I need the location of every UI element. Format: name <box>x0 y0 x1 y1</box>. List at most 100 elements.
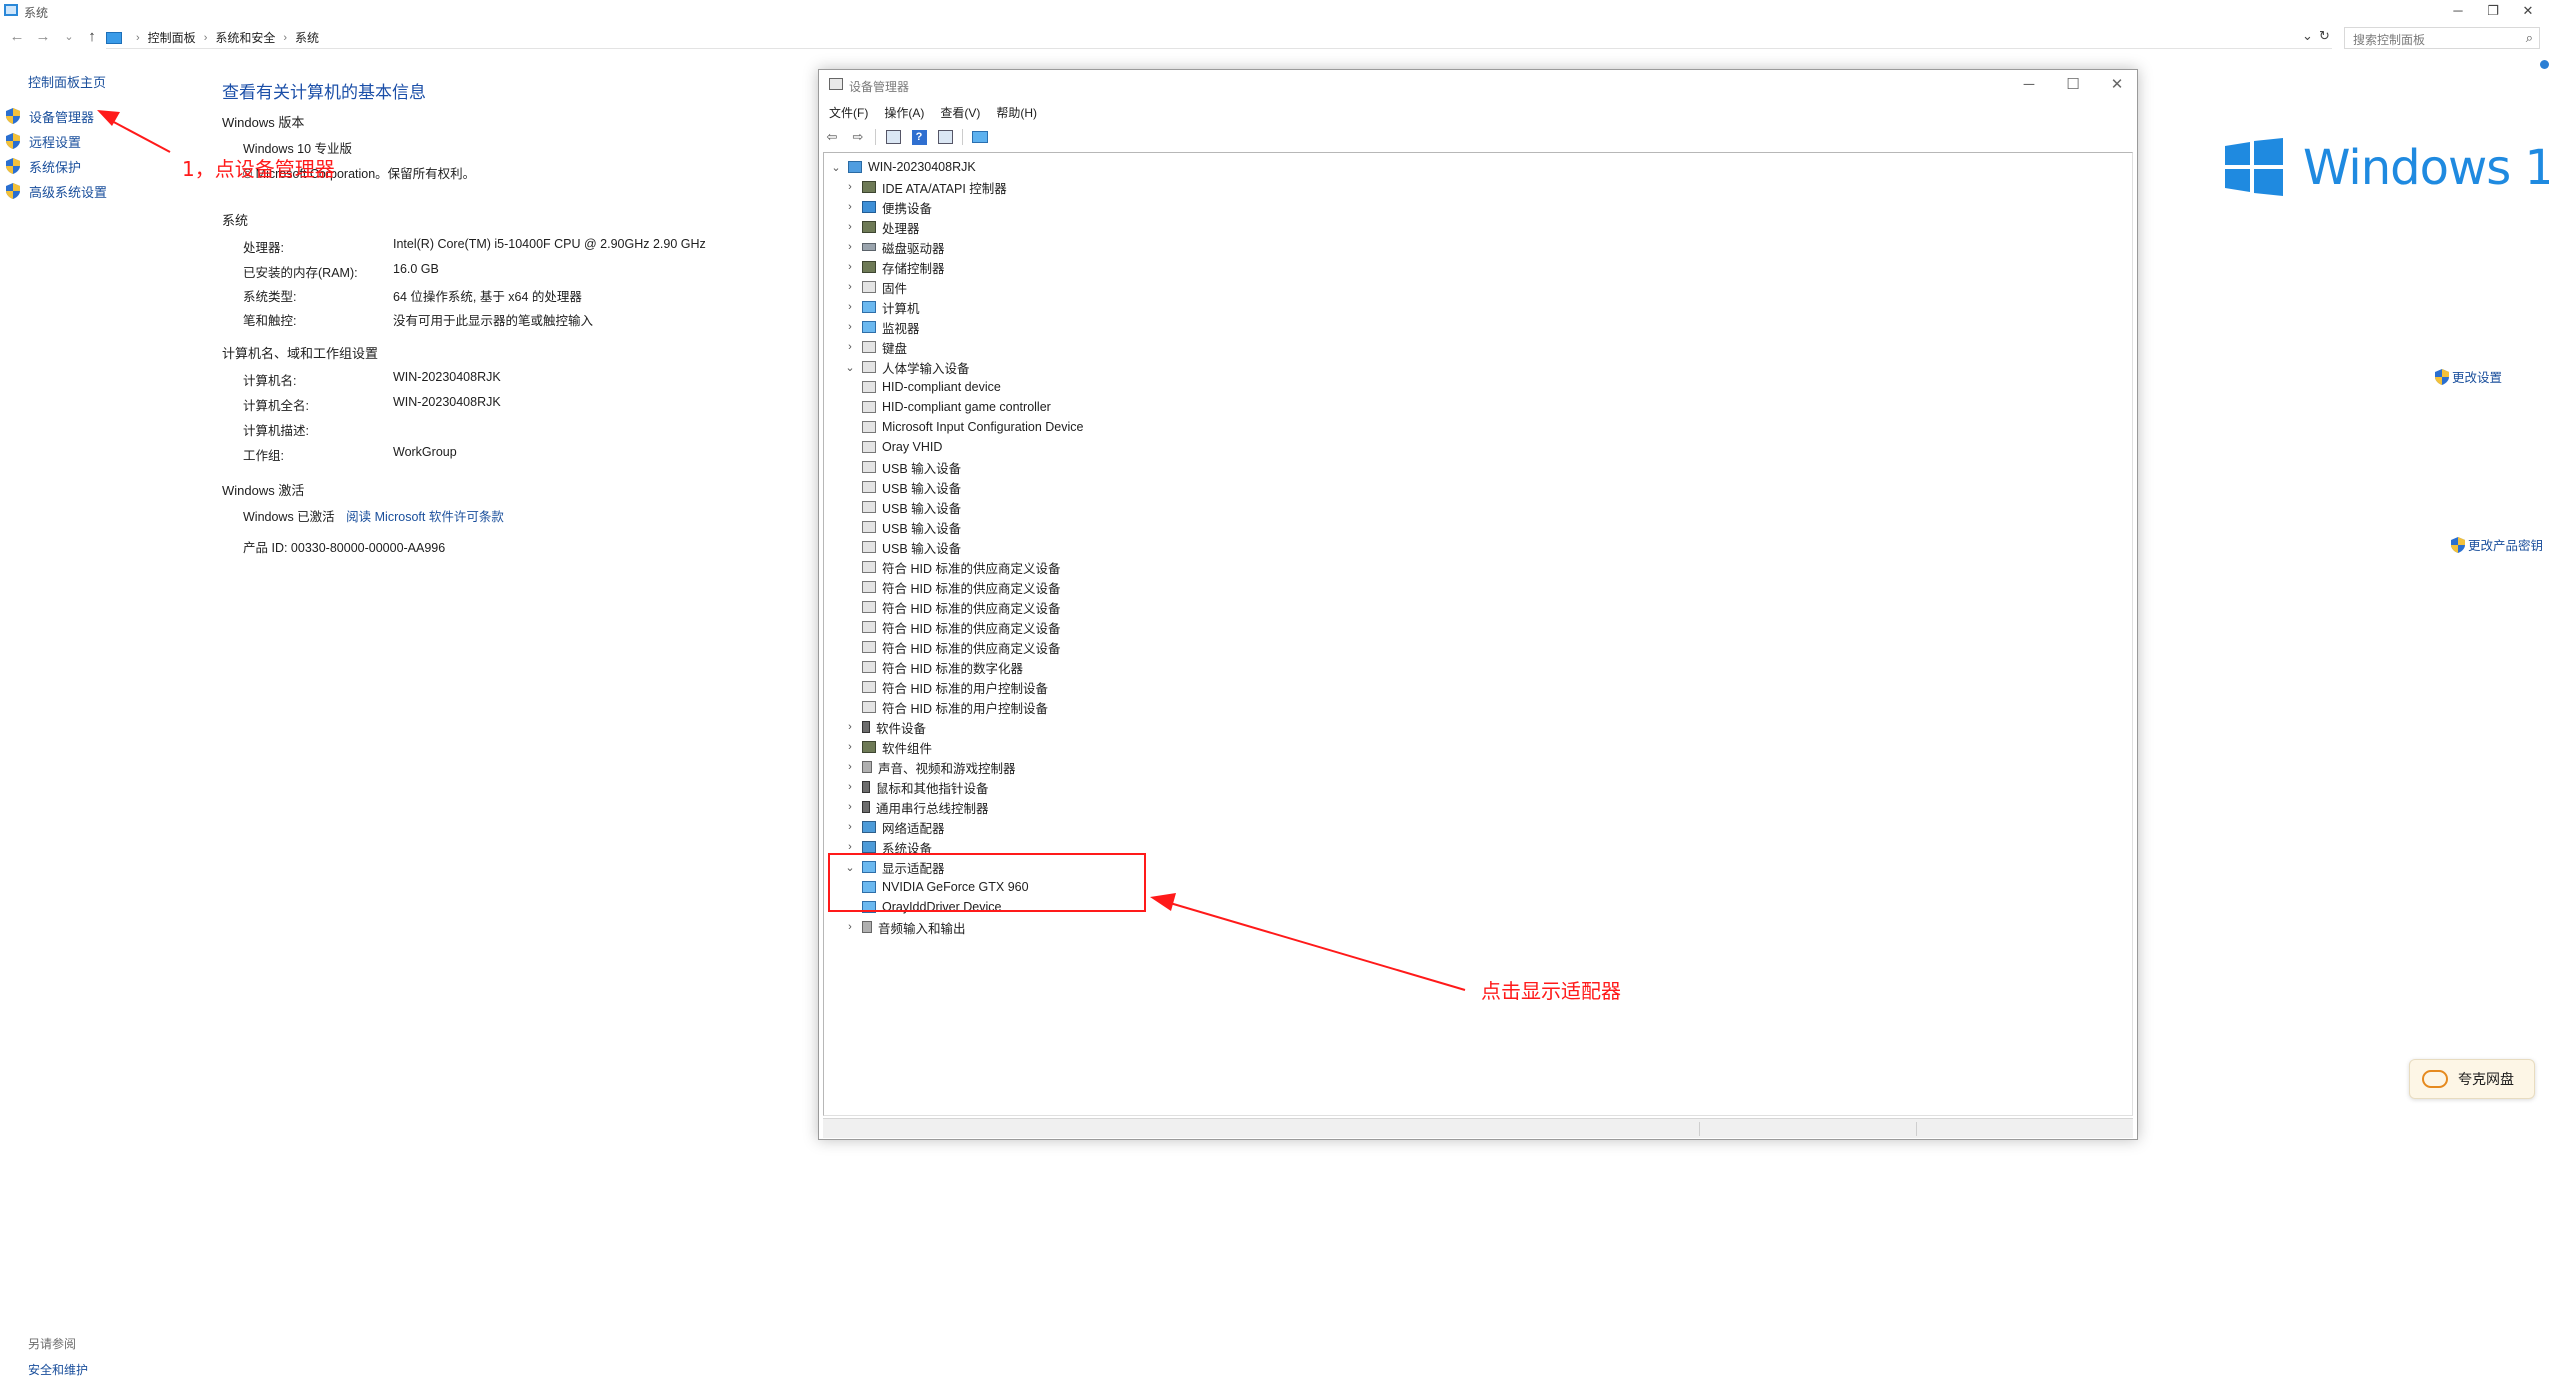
forward-arrow-icon[interactable]: ⇨ <box>849 129 867 145</box>
tree-device[interactable]: 符合 HID 标准的用户控制设备 <box>862 677 1048 697</box>
tree-device[interactable]: 符合 HID 标准的供应商定义设备 <box>862 597 1060 617</box>
tree-device[interactable]: 符合 HID 标准的供应商定义设备 <box>862 577 1060 597</box>
view-button[interactable] <box>936 129 954 145</box>
tree-category[interactable]: › 存储控制器 <box>844 257 945 277</box>
back-icon[interactable]: ← <box>8 28 26 46</box>
tree-item-label: 符合 HID 标准的用户控制设备 <box>882 681 1048 696</box>
breadcrumb-control-panel[interactable]: 控制面板 <box>148 29 196 46</box>
tree-device[interactable]: HID-compliant game controller <box>862 397 1051 417</box>
expand-chevron-icon[interactable]: › <box>844 281 856 293</box>
address-dropdown-icon[interactable]: ⌄ <box>2302 28 2313 44</box>
dm-close-button[interactable]: ✕ <box>2097 74 2137 96</box>
expand-chevron-icon[interactable]: › <box>844 801 856 813</box>
info-key: 计算机名: <box>243 374 297 388</box>
tree-device[interactable]: USB 输入设备 <box>862 477 961 497</box>
expand-chevron-icon[interactable]: › <box>844 201 856 213</box>
tree-device[interactable]: USB 输入设备 <box>862 457 961 477</box>
tree-device[interactable]: 符合 HID 标准的数字化器 <box>862 657 1023 677</box>
change-settings-link[interactable]: 更改设置 <box>2435 367 2502 386</box>
tree-device[interactable]: 符合 HID 标准的用户控制设备 <box>862 697 1048 717</box>
tree-category[interactable]: ⌄ 人体学输入设备 <box>844 357 970 377</box>
tree-category[interactable]: › 监视器 <box>844 317 920 337</box>
expand-chevron-icon[interactable]: › <box>844 301 856 313</box>
license-terms-link[interactable]: 阅读 Microsoft 软件许可条款 <box>346 510 504 524</box>
tree-device[interactable]: 符合 HID 标准的供应商定义设备 <box>862 617 1060 637</box>
expand-chevron-icon[interactable]: › <box>844 261 856 273</box>
close-button[interactable]: ✕ <box>2513 2 2543 20</box>
help-button[interactable]: ? <box>910 129 928 145</box>
tree-device[interactable]: Microsoft Input Configuration Device <box>862 417 1083 437</box>
computer-section-heading: 计算机名、域和工作组设置 <box>222 346 379 361</box>
menu-view[interactable]: 查看(V) <box>940 104 980 122</box>
tree-device[interactable]: HID-compliant device <box>862 377 1001 397</box>
dm-minimize-button[interactable]: ─ <box>2009 74 2049 96</box>
tree-item-label: 处理器 <box>882 221 920 236</box>
expand-chevron-icon[interactable]: › <box>844 321 856 333</box>
expand-chevron-icon[interactable]: › <box>844 341 856 353</box>
control-panel-home-link[interactable]: 控制面板主页 <box>28 72 106 91</box>
expand-chevron-icon[interactable]: › <box>844 841 856 853</box>
expand-chevron-icon[interactable]: › <box>844 921 856 933</box>
restore-button[interactable]: ❐ <box>2478 2 2508 20</box>
sidebar-item-advanced-settings[interactable]: 高级系统设置 <box>6 181 107 201</box>
tree-category[interactable]: › 声音、视频和游戏控制器 <box>844 757 1016 777</box>
tree-category[interactable]: › 磁盘驱动器 <box>844 237 944 257</box>
forward-icon[interactable]: → <box>34 28 52 46</box>
quark-drive-label: 夸克网盘 <box>2458 1071 2514 1087</box>
tree-category[interactable]: › 键盘 <box>844 337 907 357</box>
tree-category[interactable]: › IDE ATA/ATAPI 控制器 <box>844 177 1007 197</box>
sidebar-item-system-protection[interactable]: 系统保护 <box>6 156 81 176</box>
tree-category[interactable]: › 软件设备 <box>844 717 926 737</box>
recent-locations-icon[interactable]: ⌄ <box>60 28 78 46</box>
security-maintenance-link[interactable]: 安全和维护 <box>28 1361 88 1378</box>
properties-button[interactable] <box>884 129 902 145</box>
dm-maximize-button[interactable]: ☐ <box>2053 74 2093 96</box>
tree-device[interactable]: USB 输入设备 <box>862 537 961 557</box>
menu-help[interactable]: 帮助(H) <box>996 104 1037 122</box>
tree-device[interactable]: Oray VHID <box>862 437 942 457</box>
scroll-up-icon[interactable] <box>2540 60 2549 69</box>
menu-file[interactable]: 文件(F) <box>829 104 868 122</box>
search-input[interactable]: 搜索控制面板 ⌕ <box>2344 27 2540 49</box>
expand-chevron-icon[interactable]: › <box>844 821 856 833</box>
expand-chevron-icon[interactable]: › <box>844 761 856 773</box>
tree-device[interactable]: 符合 HID 标准的供应商定义设备 <box>862 637 1060 657</box>
device-tree[interactable]: ⌄ WIN-20230408RJK › IDE ATA/ATAPI 控制器 › 便携设… <box>823 152 2133 1116</box>
scrollbar[interactable] <box>2540 60 2549 500</box>
scan-hardware-button[interactable] <box>971 129 989 145</box>
tree-category[interactable]: › 网络适配器 <box>844 817 945 837</box>
collapse-chevron-icon[interactable]: ⌄ <box>830 161 842 174</box>
sidebar-item-remote-settings[interactable]: 远程设置 <box>6 131 81 151</box>
expand-chevron-icon[interactable]: › <box>844 221 856 233</box>
expand-chevron-icon[interactable]: › <box>844 181 856 193</box>
breadcrumb-system[interactable]: 系统 <box>295 29 319 46</box>
tree-device[interactable]: USB 输入设备 <box>862 517 961 537</box>
expand-chevron-icon[interactable]: › <box>844 741 856 753</box>
expand-chevron-icon[interactable]: › <box>844 781 856 793</box>
tree-device[interactable]: 符合 HID 标准的供应商定义设备 <box>862 557 1060 577</box>
change-product-key-link[interactable]: 更改产品密钥 <box>2451 535 2543 554</box>
up-icon[interactable]: ↑ <box>83 28 101 46</box>
tree-category[interactable]: › 软件组件 <box>844 737 932 757</box>
tree-category[interactable]: › 计算机 <box>844 297 920 317</box>
sidebar-item-device-manager[interactable]: 设备管理器 <box>6 106 94 126</box>
tree-category[interactable]: › 鼠标和其他指针设备 <box>844 777 989 797</box>
tree-category[interactable]: › 便携设备 <box>844 197 932 217</box>
expand-chevron-icon[interactable]: › <box>844 241 856 253</box>
minimize-button[interactable]: ─ <box>2443 2 2473 20</box>
collapse-chevron-icon[interactable]: ⌄ <box>844 361 856 374</box>
window-title: 系统 <box>24 6 49 20</box>
address-bar[interactable]: › 控制面板 › 系统和安全 › 系统 <box>106 27 2332 49</box>
expand-chevron-icon[interactable]: › <box>844 721 856 733</box>
menu-action[interactable]: 操作(A) <box>884 104 924 122</box>
tree-category[interactable]: › 通用串行总线控制器 <box>844 797 989 817</box>
tree-category[interactable]: › 固件 <box>844 277 907 297</box>
tree-category[interactable]: › 音频输入和输出 <box>844 917 966 937</box>
back-arrow-icon[interactable]: ⇦ <box>823 129 841 145</box>
refresh-icon[interactable]: ↻ <box>2319 28 2330 44</box>
tree-root[interactable]: ⌄ WIN-20230408RJK <box>830 157 975 177</box>
tree-device[interactable]: USB 输入设备 <box>862 497 961 517</box>
quark-drive-button[interactable]: 夸克网盘 <box>2409 1059 2535 1099</box>
tree-category[interactable]: › 处理器 <box>844 217 920 237</box>
breadcrumb-system-security[interactable]: 系统和安全 <box>215 29 275 46</box>
